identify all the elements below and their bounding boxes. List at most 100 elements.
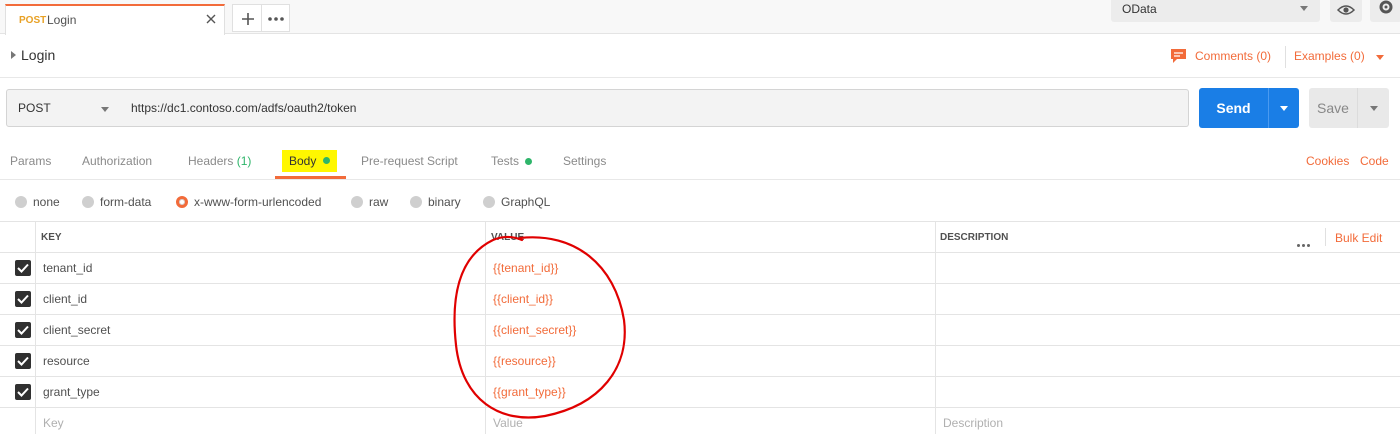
divider [1325, 228, 1326, 246]
column-header-key: KEY [41, 232, 62, 243]
environment-quick-look-button[interactable] [1330, 0, 1362, 22]
plus-icon [242, 13, 254, 25]
row-checkbox[interactable] [15, 260, 31, 276]
request-tab-login[interactable]: POST Login [5, 4, 225, 35]
body-type-binary-label: binary [428, 195, 461, 209]
comments-link[interactable]: Comments (0) [1170, 46, 1271, 66]
row-key[interactable]: client_secret [43, 323, 110, 337]
row-value[interactable]: {{client_id}} [493, 292, 553, 306]
body-type-raw-label: raw [369, 195, 389, 209]
http-method-value: POST [18, 101, 51, 115]
row-value[interactable]: {{resource}} [493, 354, 556, 368]
column-header-description: DESCRIPTION [940, 232, 1009, 243]
tab-body[interactable]: Body [275, 140, 346, 179]
row-value[interactable]: {{tenant_id}} [493, 261, 558, 275]
row-checkbox[interactable] [15, 384, 31, 400]
cookies-link[interactable]: Cookies [1306, 154, 1349, 168]
new-tab-button[interactable] [232, 4, 262, 32]
more-horizontal-icon [268, 17, 284, 21]
tab-headers[interactable]: Headers (1) [188, 154, 251, 168]
table-row: client_id {{client_id}} [0, 284, 1400, 315]
tests-status-dot [525, 158, 532, 165]
send-options-button[interactable] [1268, 88, 1299, 128]
more-horizontal-icon[interactable] [1297, 235, 1312, 250]
chevron-down-icon[interactable] [1376, 55, 1384, 60]
comments-label: Comments (0) [1195, 49, 1272, 63]
check-icon [17, 263, 29, 273]
code-link[interactable]: Code [1360, 154, 1389, 168]
row-key[interactable]: resource [43, 354, 90, 368]
examples-link[interactable]: Examples (0) [1294, 49, 1365, 63]
gear-icon [1379, 0, 1393, 14]
row-value[interactable]: {{client_secret}} [493, 323, 576, 337]
table-header-row: KEY VALUE DESCRIPTION Bulk Edit [0, 222, 1400, 253]
check-icon [17, 325, 29, 335]
column-header-value: VALUE [491, 232, 525, 243]
new-value-input[interactable]: Value [493, 416, 523, 430]
new-description-input[interactable]: Description [943, 416, 1003, 430]
table-row: grant_type {{grant_type}} [0, 377, 1400, 408]
row-checkbox[interactable] [15, 322, 31, 338]
chevron-down-icon [1300, 6, 1308, 11]
column-divider [485, 221, 486, 434]
check-icon [17, 356, 29, 366]
chevron-down-icon [1370, 106, 1378, 111]
environment-select[interactable]: OData [1111, 0, 1320, 22]
table-row: client_secret {{client_secret}} [0, 315, 1400, 346]
http-method-select[interactable]: POST [6, 89, 122, 127]
request-tab-name: Login [47, 13, 77, 27]
check-icon [17, 387, 29, 397]
tab-params[interactable]: Params [10, 154, 51, 168]
divider [1285, 46, 1286, 68]
tab-headers-label: Headers [188, 154, 234, 168]
column-divider [935, 221, 936, 434]
environment-selected: OData [1122, 2, 1157, 16]
url-value: https://dc1.contoso.com/adfs/oauth2/toke… [131, 101, 357, 115]
radio-icon [82, 196, 94, 208]
tab-settings[interactable]: Settings [563, 154, 606, 168]
tab-body-label: Body [289, 154, 317, 168]
headers-count-badge: (1) [236, 154, 252, 168]
body-type-urlencoded-label: x-www-form-urlencoded [194, 195, 322, 209]
row-checkbox[interactable] [15, 353, 31, 369]
chevron-down-icon [1280, 106, 1288, 111]
radio-icon [15, 196, 27, 208]
body-tab-highlight: Body [282, 150, 337, 172]
radio-selected-icon [176, 196, 188, 208]
eye-icon [1336, 5, 1356, 15]
url-input[interactable]: https://dc1.contoso.com/adfs/oauth2/toke… [121, 89, 1189, 127]
row-key[interactable]: tenant_id [43, 261, 92, 275]
tab-options-button[interactable] [262, 4, 290, 32]
environment-settings-button[interactable] [1370, 0, 1400, 22]
caret-right-icon[interactable] [11, 51, 16, 59]
new-key-input[interactable]: Key [43, 416, 64, 430]
radio-icon [410, 196, 422, 208]
row-value[interactable]: {{grant_type}} [493, 385, 566, 399]
tab-tests[interactable]: Tests [491, 154, 519, 168]
tab-authorization[interactable]: Authorization [82, 154, 152, 168]
row-key[interactable]: grant_type [43, 385, 100, 399]
body-params-table: KEY VALUE DESCRIPTION Bulk Edit tenant_i… [0, 221, 1400, 434]
body-type-form-data-label: form-data [100, 195, 152, 209]
request-name-row: Login Comments (0) Examples (0) [0, 34, 1400, 78]
send-button[interactable]: Send [1199, 88, 1268, 128]
row-key[interactable]: client_id [43, 292, 87, 306]
check-icon [17, 294, 29, 304]
save-options-button[interactable] [1357, 88, 1389, 128]
bulk-edit-link[interactable]: Bulk Edit [1335, 231, 1382, 245]
close-tab-icon[interactable] [204, 12, 218, 26]
table-row: resource {{resource}} [0, 346, 1400, 377]
body-status-dot [323, 157, 330, 164]
request-tab-method: POST [19, 15, 47, 26]
table-row-new: Key Value Description [0, 408, 1400, 434]
table-row: tenant_id {{tenant_id}} [0, 253, 1400, 284]
row-checkbox[interactable] [15, 291, 31, 307]
request-title[interactable]: Login [21, 47, 55, 63]
tab-pre-request-script[interactable]: Pre-request Script [361, 154, 458, 168]
body-type-none-label: none [33, 195, 60, 209]
chevron-down-icon [101, 107, 109, 112]
save-button[interactable]: Save [1309, 88, 1357, 128]
radio-icon [483, 196, 495, 208]
comment-icon [1171, 49, 1186, 63]
column-divider [35, 221, 36, 434]
